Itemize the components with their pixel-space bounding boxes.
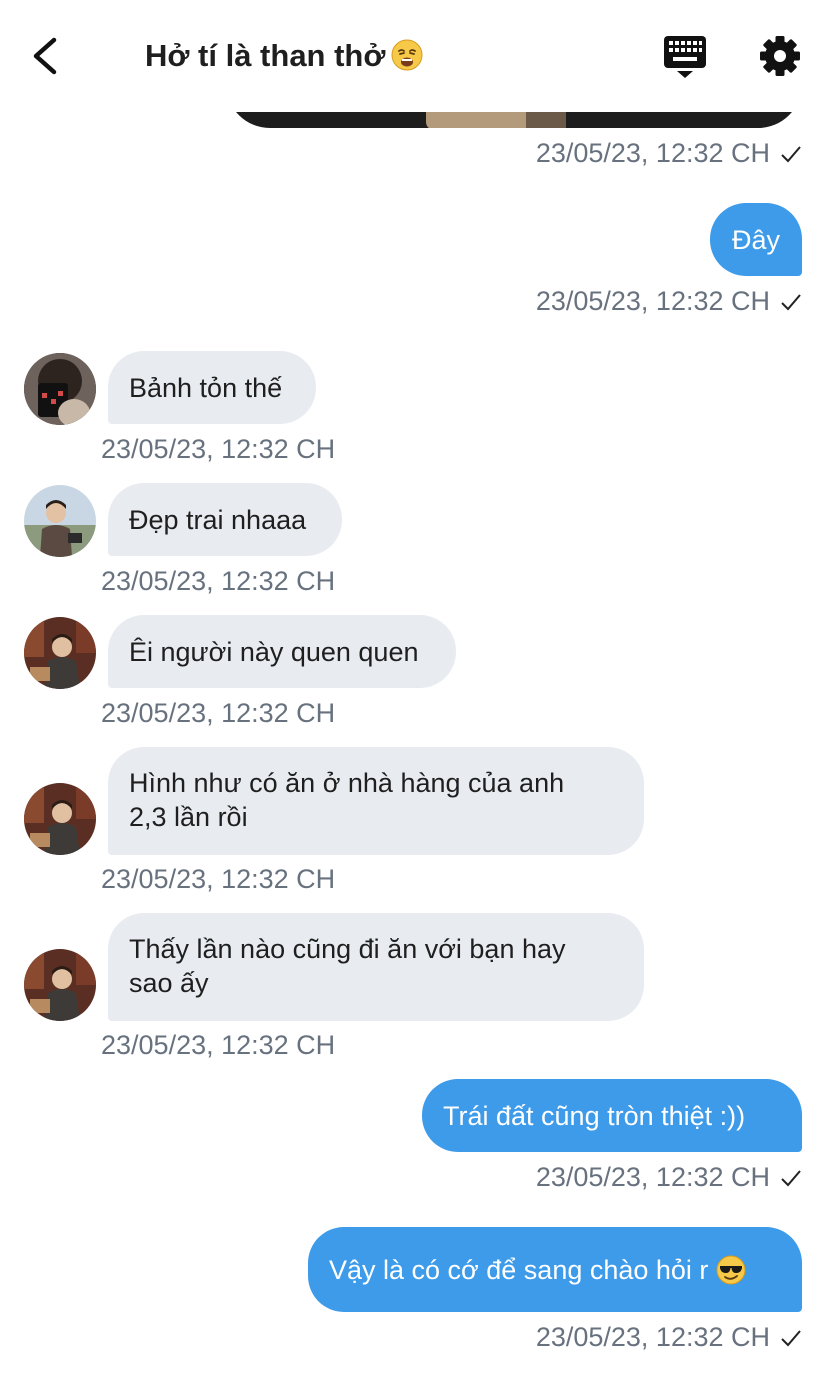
outgoing-message-bubble[interactable]: Trái đất cũng tròn thiệt :)) — [422, 1079, 802, 1152]
message-text-line: 2,3 lần rồi — [129, 802, 248, 832]
chat-title-text: Hở tí là than thở — [145, 38, 386, 73]
message-timestamp: 23/05/23, 12:32 CH — [101, 566, 335, 597]
timestamp-text: 23/05/23, 12:32 CH — [535, 1162, 770, 1192]
timestamp-text: 23/05/23, 12:32 CH — [101, 434, 336, 464]
message-text: Đẹp trai nhaaa — [129, 504, 307, 535]
incoming-message-bubble[interactable]: Êi người này quen quen — [108, 615, 456, 688]
timestamp-text: 23/05/23, 12:32 CH — [101, 698, 336, 728]
chevron-left-icon — [33, 37, 57, 75]
message-timestamp: 23/05/23, 12:32 CH — [101, 1030, 335, 1061]
timestamp-text: 23/05/23, 12:32 CH — [535, 1322, 770, 1352]
message-text: Trái đất cũng tròn thiệt :)) — [443, 1100, 746, 1131]
chat-title: Hở tí là than thở — [145, 38, 423, 74]
timestamp-text: 23/05/23, 12:32 CH — [101, 1030, 336, 1060]
checkmark-icon — [781, 146, 801, 163]
avatar-photo — [24, 783, 96, 855]
keyboard-icon — [664, 36, 706, 78]
message-text: Đây — [731, 224, 780, 255]
avatar-photo — [24, 949, 96, 1021]
message-timestamp: 23/05/23, 12:32 CH — [536, 138, 802, 169]
gear-icon — [760, 36, 800, 76]
avatar-photo — [24, 353, 96, 425]
timestamp-text: 23/05/23, 12:32 CH — [101, 566, 336, 596]
chat-header: Hở tí là than thở — [0, 0, 828, 112]
message-timestamp: 23/05/23, 12:32 CH — [536, 1322, 802, 1353]
outgoing-message-bubble[interactable]: Vậy là có cớ để sang chào hỏi r — [308, 1227, 802, 1312]
message-text: Êi người này quen quen — [129, 636, 419, 667]
message-timestamp: 23/05/23, 12:32 CH — [536, 1162, 802, 1193]
avatar[interactable] — [24, 617, 96, 689]
message-timestamp: 23/05/23, 12:32 CH — [101, 864, 335, 895]
keyboard-button[interactable] — [662, 34, 708, 80]
checkmark-icon — [781, 1330, 801, 1347]
incoming-message-bubble[interactable]: Thấy lần nào cũng đi ăn với bạn hay sao … — [108, 913, 644, 1021]
avatar-photo — [24, 617, 96, 689]
chat-screen: Hở tí là than thở 23/05/23, 12:32 CH Đây… — [0, 0, 828, 1382]
incoming-message-bubble[interactable]: Bảnh tỏn thế — [108, 351, 316, 424]
weary-face-emoji-icon — [391, 39, 423, 71]
avatar[interactable] — [24, 485, 96, 557]
timestamp-text: 23/05/23, 12:32 CH — [535, 286, 770, 316]
sunglasses-face-emoji-icon — [716, 1255, 746, 1284]
message-text: Bảnh tỏn thế — [129, 372, 283, 403]
avatar[interactable] — [24, 783, 96, 855]
message-text-line: sao ấy — [129, 968, 209, 998]
message-text-line: Thấy lần nào cũng đi ăn với bạn hay — [129, 934, 566, 964]
outgoing-message-bubble[interactable]: Đây — [710, 203, 802, 276]
message-text: Vậy là có cớ để sang chào hỏi r — [329, 1254, 709, 1285]
checkmark-icon — [781, 1170, 801, 1187]
avatar-photo — [24, 485, 96, 557]
message-timestamp: 23/05/23, 12:32 CH — [101, 434, 335, 465]
avatar[interactable] — [24, 353, 96, 425]
settings-button[interactable] — [758, 34, 802, 78]
avatar[interactable] — [24, 949, 96, 1021]
timestamp-text: 23/05/23, 12:32 CH — [101, 864, 336, 894]
message-timestamp: 23/05/23, 12:32 CH — [101, 698, 335, 729]
checkmark-icon — [781, 294, 801, 311]
timestamp-text: 23/05/23, 12:32 CH — [535, 138, 770, 168]
back-button[interactable] — [26, 34, 70, 78]
incoming-message-bubble[interactable]: Đẹp trai nhaaa — [108, 483, 342, 556]
message-text-line: Hình như có ăn ở nhà hàng của anh — [129, 768, 565, 798]
incoming-message-bubble[interactable]: Hình như có ăn ở nhà hàng của anh 2,3 lầ… — [108, 747, 644, 855]
message-timestamp: 23/05/23, 12:32 CH — [536, 286, 802, 317]
